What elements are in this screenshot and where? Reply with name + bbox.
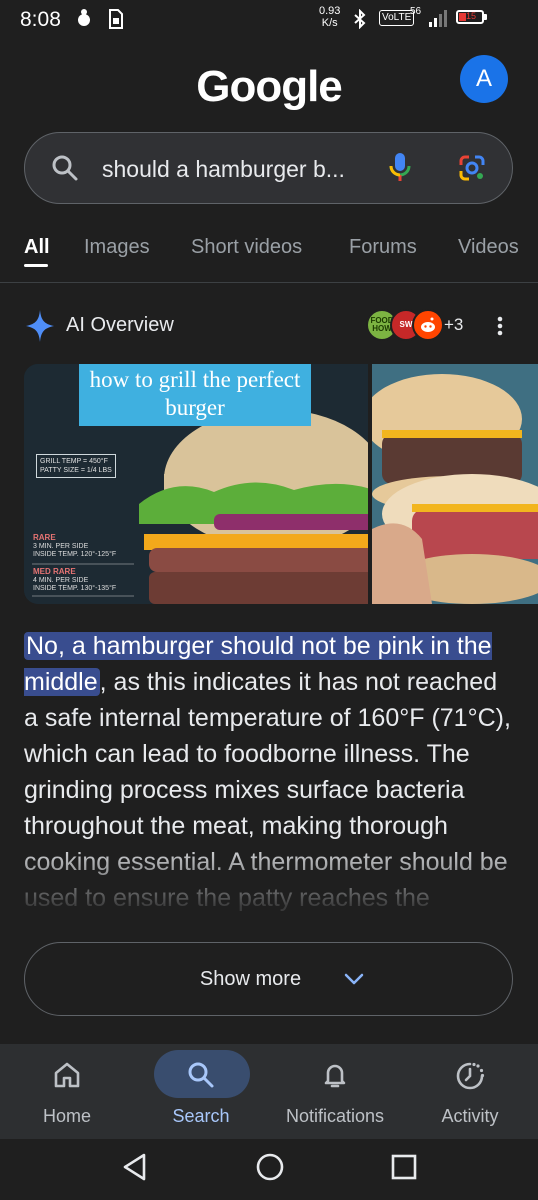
bottom-navigation: Home Search Notifications Activity [0,1044,538,1139]
rare-info: RARE 3 MIN. PER SIDE INSIDE TEMP. 120°-1… [33,533,117,559]
volte-badge: VoLTE [379,10,415,26]
nav-activity-label: Activity [441,1106,499,1126]
network-type: 56 [410,6,422,17]
search-tabs: All Images Short videos Forums Videos [0,230,538,270]
recents-icon[interactable] [390,1151,418,1183]
show-more-button[interactable]: Show more [24,942,513,1016]
tab-videos[interactable]: Videos [458,236,519,259]
home-circle-icon[interactable] [254,1151,286,1183]
search-input[interactable]: should a hamburger b... [102,156,372,183]
home-icon [54,1062,80,1088]
status-time: 8:08 [20,8,61,31]
nav-notifications-label: Notifications [285,1106,385,1126]
nav-notifications[interactable]: Notifications [268,1044,402,1139]
show-more-label: Show more [199,968,302,990]
grill-info-box: GRILL TEMP = 450°F PATTY SIZE = 1/4 LBS [36,454,116,478]
search-icon [188,1062,214,1088]
ai-overview-header: AI Overview FOOD HOW SW +3 [0,306,538,346]
burger-photo [372,364,538,604]
tab-images[interactable]: Images [84,236,150,259]
signal-icon [429,10,447,27]
burger-grill-guide-image[interactable]: how to grill the perfect burger GRILL TE… [24,364,368,604]
status-bar: 8:08 0.93 K/s VoLTE 56 15 [0,0,538,40]
tab-short-videos[interactable]: Short videos [191,236,302,259]
chevron-down-icon [344,973,364,985]
bell-icon [324,1064,346,1088]
gemini-sparkle-icon [26,310,54,342]
ai-overview-title: AI Overview [66,314,174,336]
tab-forums[interactable]: Forums [349,236,417,259]
search-box[interactable]: should a hamburger b... [24,132,513,204]
nav-search-label: Search [172,1106,230,1126]
nav-home-label: Home [42,1106,91,1126]
mic-icon[interactable] [388,151,412,185]
nav-home[interactable]: Home [0,1044,134,1139]
system-navigation-bar [0,1139,538,1200]
bluetooth-icon [354,9,366,29]
google-lens-icon[interactable] [457,153,487,183]
nav-search[interactable]: Search [134,1044,268,1139]
more-sources-count[interactable]: +3 [444,315,463,335]
reddit-icon [412,309,444,341]
image-caption: how to grill the perfect burger [79,364,311,426]
more-options-icon[interactable] [492,314,508,338]
activity-icon [456,1062,485,1090]
sim-card-icon [109,9,123,29]
notification-app-icon [78,9,90,26]
burger-cross-section-image[interactable] [372,364,538,604]
google-logo[interactable]: Google [0,62,538,112]
tabs-divider [0,282,538,283]
tab-all[interactable]: All [24,236,50,259]
battery-icon: 15 [456,10,484,24]
search-icon [52,155,78,181]
network-speed: 0.93 K/s [319,5,341,29]
nav-activity[interactable]: Activity [403,1044,537,1139]
active-tab-indicator [24,264,48,267]
back-icon[interactable] [120,1151,150,1183]
account-avatar[interactable]: A [460,55,508,103]
text-fade-overlay [0,840,538,950]
med-rare-info: MED RARE 4 MIN. PER SIDE INSIDE TEMP. 13… [33,567,117,593]
battery-tip [484,14,487,20]
